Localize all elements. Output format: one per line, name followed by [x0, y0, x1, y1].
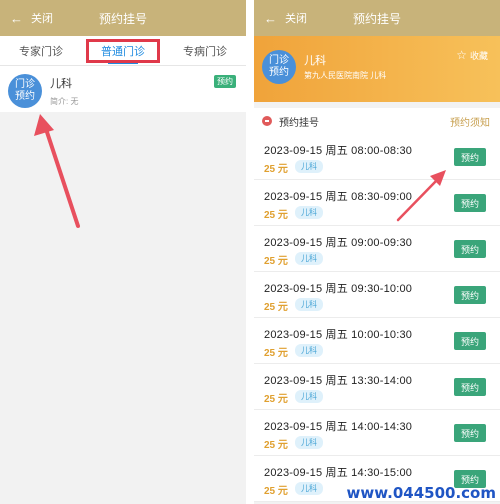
red-arrow-annotation [396, 170, 446, 222]
left-screen: ← 关闭 预约挂号 专家门诊 普通门诊 专病门诊 门诊预约 儿科 简介: 无 预… [0, 0, 246, 504]
right-screen: ← 关闭 预约挂号 门诊预约 儿科 第九人民医院南院 儿科 ☆ 收藏 预约挂号 … [254, 0, 500, 504]
watermark: www.044500.com [346, 484, 496, 502]
red-arrow-annotation [34, 114, 80, 228]
